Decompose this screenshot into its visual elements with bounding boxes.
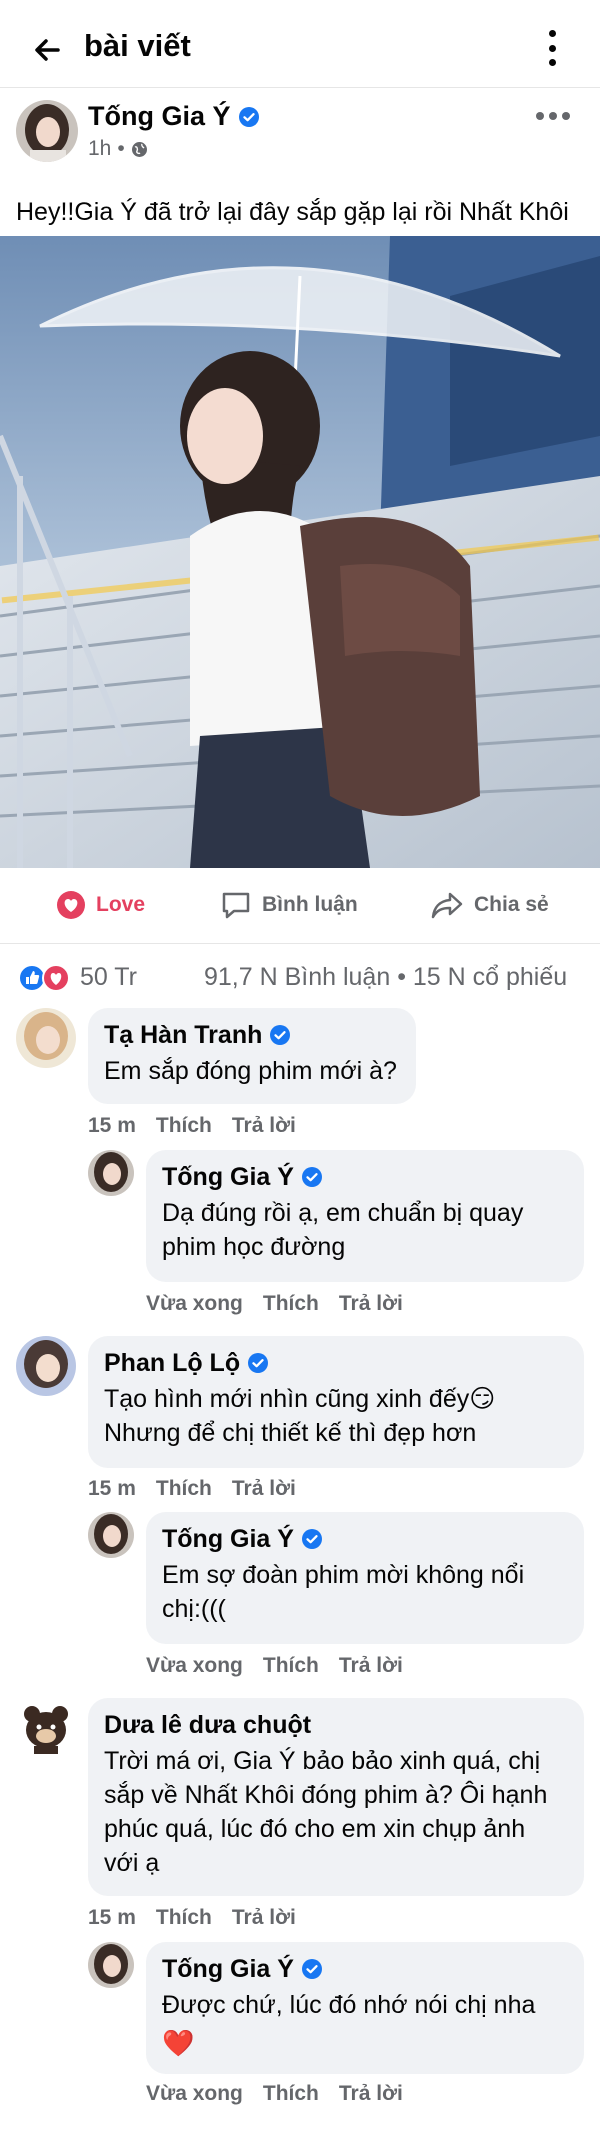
reply-button[interactable]: Trả lời xyxy=(339,1654,403,1678)
comment-time: 15 m xyxy=(88,1114,136,1137)
top-bar: bài viết xyxy=(0,0,600,88)
reply-bubble: Tống Gia Ý Em sợ đoàn phim mời không nổi… xyxy=(146,1512,584,1644)
verified-badge-icon xyxy=(248,1353,269,1373)
more-vertical-icon[interactable] xyxy=(540,30,564,66)
avatar[interactable] xyxy=(16,1008,76,1068)
reply-button[interactable]: Trả lời xyxy=(339,2082,403,2106)
more-horizontal-icon[interactable] xyxy=(536,112,570,122)
comment-text: Em sắp đóng phim mới à? xyxy=(104,1057,397,1085)
comment-author[interactable]: Tống Gia Ý xyxy=(162,1524,294,1554)
comment-text: Dạ đúng rồi ạ, em chuẩn bị quay phim học… xyxy=(162,1199,524,1261)
comment-label: Bình luận xyxy=(262,893,358,916)
post-time[interactable]: 1h xyxy=(88,137,111,161)
comment-meta: Vừa xong Thích Trả lời xyxy=(146,2082,403,2106)
comment-time: Vừa xong xyxy=(146,2082,243,2105)
verified-badge-icon xyxy=(301,1529,322,1549)
like-button[interactable]: Thích xyxy=(263,1292,319,1316)
verified-badge-icon xyxy=(270,1025,291,1045)
verified-badge-icon xyxy=(301,1167,322,1187)
comment-meta: 15 m Thích Trả lời xyxy=(88,1477,296,1501)
avatar[interactable] xyxy=(88,1942,134,1988)
post-photo[interactable] xyxy=(0,236,600,868)
avatar[interactable] xyxy=(88,1512,134,1558)
like-button[interactable]: Thích xyxy=(156,1114,212,1138)
avatar[interactable] xyxy=(16,1336,76,1396)
page-title: bài viết xyxy=(84,28,191,63)
verified-badge-icon xyxy=(301,1959,322,1979)
heart-emoji: ❤️ xyxy=(162,2028,195,2058)
like-button[interactable]: Thích xyxy=(156,1477,212,1501)
share-icon xyxy=(431,892,463,919)
comments-shares-count[interactable]: 91,7 N Bình luận • 15 N cổ phiếu xyxy=(204,963,567,992)
post-text: Hey!!Gia Ý đã trở lại đây sắp gặp lại rồ… xyxy=(16,198,569,226)
comment-icon xyxy=(222,892,250,919)
comment-author[interactable]: Tống Gia Ý xyxy=(162,1954,294,1984)
comment-text: Được chứ, lúc đó nhớ nói chị nha xyxy=(162,1991,536,2019)
comment-author[interactable]: Dưa lê dưa chuột xyxy=(104,1710,311,1740)
comment-author[interactable]: Tạ Hàn Tranh xyxy=(104,1020,262,1050)
comment-meta: Vừa xong Thích Trả lời xyxy=(146,1292,403,1316)
comment-meta: 15 m Thích Trả lời xyxy=(88,1906,296,1930)
comment-time: 15 m xyxy=(88,1477,136,1500)
avatar[interactable] xyxy=(88,1150,134,1196)
comment-meta: Vừa xong Thích Trả lời xyxy=(146,1654,403,1678)
reply-button[interactable]: Trả lời xyxy=(339,1292,403,1316)
meta-separator: • xyxy=(117,137,125,160)
avatar[interactable] xyxy=(16,1698,76,1758)
author-name[interactable]: Tống Gia Ý xyxy=(88,101,231,132)
like-button[interactable]: Thích xyxy=(263,1654,319,1678)
reply-bubble: Tống Gia Ý Dạ đúng rồi ạ, em chuẩn bị qu… xyxy=(146,1150,584,1282)
comment-text: Trời má ơi, Gia Ý bảo bảo xinh quá, chị … xyxy=(104,1747,548,1877)
post-author[interactable]: Tống Gia Ý xyxy=(88,101,259,132)
comment-time: Vừa xong xyxy=(146,1654,243,1677)
arrow-left-icon[interactable] xyxy=(28,30,68,70)
reactions-icon[interactable] xyxy=(18,964,72,992)
comment-text: Em sợ đoàn phim mời không nổi chị:((( xyxy=(162,1561,525,1623)
comment-bubble: Dưa lê dưa chuột Trời má ơi, Gia Ý bảo b… xyxy=(88,1698,584,1896)
comment-meta: 15 m Thích Trả lời xyxy=(88,1114,296,1138)
share-label: Chia sẻ xyxy=(474,893,549,916)
comment-bubble: Phan Lộ Lộ Tạo hình mới nhìn cũng xinh đ… xyxy=(88,1336,584,1468)
reply-button[interactable]: Trả lời xyxy=(232,1477,296,1501)
divider xyxy=(0,943,600,944)
post-meta: 1h • xyxy=(88,137,148,161)
avatar[interactable] xyxy=(16,100,78,162)
love-label: Love xyxy=(96,893,146,916)
globe-icon xyxy=(131,141,147,157)
post-stats: 50 Tr 91,7 N Bình luận • 15 N cổ phiếu xyxy=(16,960,590,996)
reply-button[interactable]: Trả lời xyxy=(232,1114,296,1138)
comment-bubble: Tạ Hàn Tranh Em sắp đóng phim mới à? xyxy=(88,1008,416,1104)
love-button[interactable]: Love xyxy=(56,890,145,920)
post-actions: Love Bình luận Chia sẻ xyxy=(0,880,600,936)
comment-author[interactable]: Phan Lộ Lộ xyxy=(104,1348,240,1378)
comment-time: Vừa xong xyxy=(146,1292,243,1315)
like-button[interactable]: Thích xyxy=(263,2082,319,2106)
reaction-count[interactable]: 50 Tr xyxy=(80,963,137,992)
comment-author[interactable]: Tống Gia Ý xyxy=(162,1162,294,1192)
reply-button[interactable]: Trả lời xyxy=(232,1906,296,1930)
reply-bubble: Tống Gia Ý Được chứ, lúc đó nhớ nói chị … xyxy=(146,1942,584,2074)
comment-button[interactable]: Bình luận xyxy=(220,890,358,920)
comment-text: Tạo hình mới nhìn cũng xinh đếy😏 Nhưng đ… xyxy=(104,1385,496,1447)
like-button[interactable]: Thích xyxy=(156,1906,212,1930)
heart-icon xyxy=(57,891,85,919)
verified-badge-icon xyxy=(238,106,259,127)
share-button[interactable]: Chia sẻ xyxy=(430,890,549,920)
comment-time: 15 m xyxy=(88,1906,136,1929)
